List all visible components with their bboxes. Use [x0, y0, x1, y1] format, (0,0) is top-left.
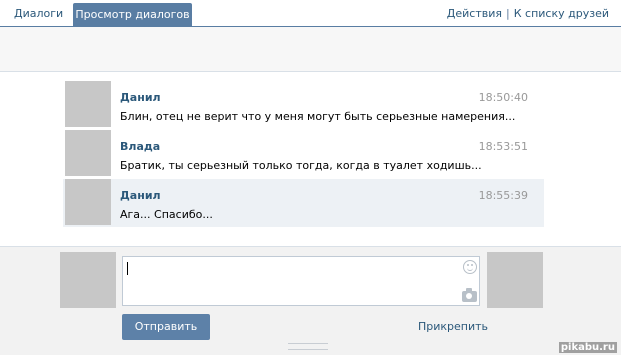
tab-view-dialogs[interactable]: Просмотр диалогов — [73, 3, 192, 26]
resize-handle[interactable] — [288, 343, 328, 350]
message-item[interactable]: Данил Блин, отец не верит что у меня мог… — [63, 81, 544, 129]
tab-dialogs[interactable]: Диалоги — [14, 3, 63, 23]
top-tab-bar: Диалоги Просмотр диалогов Действия | К спи… — [0, 0, 621, 27]
attach-link[interactable]: Прикрепить — [418, 320, 488, 333]
links-separator: | — [506, 7, 510, 20]
message-time: 18:53:51 — [478, 140, 528, 153]
avatar[interactable] — [65, 179, 111, 225]
my-avatar[interactable] — [60, 252, 116, 308]
send-button[interactable]: Отправить — [122, 314, 210, 340]
actions-link[interactable]: Действия — [447, 7, 502, 20]
message-input[interactable] — [122, 256, 480, 306]
message-time: 18:50:40 — [478, 91, 528, 104]
avatar[interactable] — [65, 81, 111, 127]
message-author[interactable]: Данил — [120, 189, 161, 202]
message-time: 18:55:39 — [478, 189, 528, 202]
message-author[interactable]: Влада — [120, 140, 160, 153]
watermark: pikabu.ru — [558, 342, 617, 353]
friends-list-link[interactable]: К списку друзей — [514, 7, 609, 20]
subheader-panel — [0, 27, 621, 72]
message-text: Блин, отец не верит что у меня могут быт… — [120, 110, 516, 123]
avatar[interactable] — [65, 130, 111, 176]
message-text: Ага... Спасибо... — [120, 208, 213, 221]
peer-avatar[interactable] — [487, 252, 543, 308]
message-item-highlighted[interactable]: Данил Ага... Спасибо... 18:55:39 — [63, 179, 544, 227]
top-links: Действия | К списку друзей — [447, 3, 609, 25]
message-item[interactable]: Влада Братик, ты серьезный только тогда,… — [63, 130, 544, 178]
message-text: Братик, ты серьезный только тогда, когда… — [120, 159, 482, 172]
message-author[interactable]: Данил — [120, 91, 161, 104]
